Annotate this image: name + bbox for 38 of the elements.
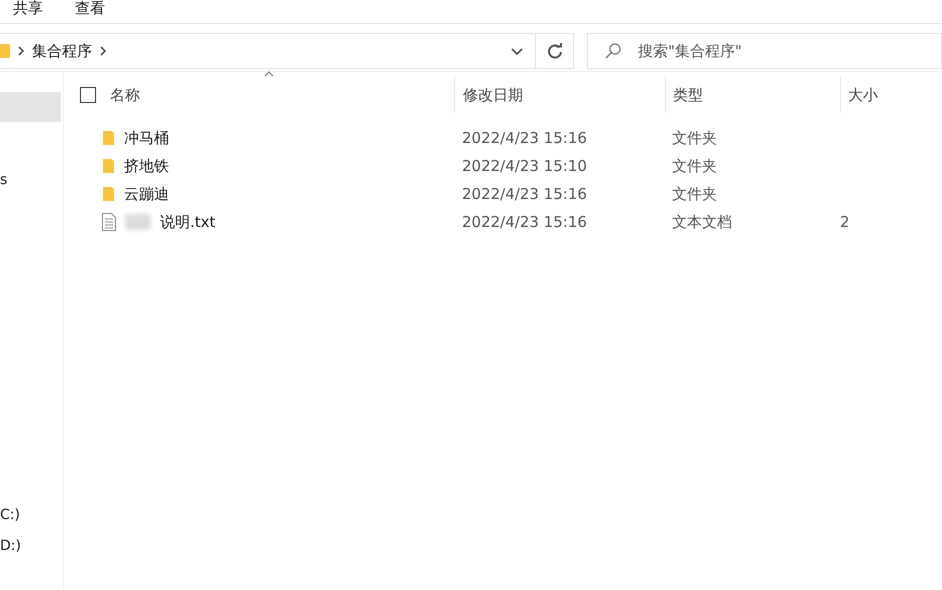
search-icon (605, 43, 621, 59)
modified-date: 2022/4/23 15:16 (462, 213, 587, 231)
chevron-right-icon (100, 46, 106, 56)
file-type: 文件夹 (672, 156, 717, 176)
chevron-right-icon (18, 46, 24, 56)
sidebar-item[interactable]: D:) (0, 531, 63, 561)
sidebar-item[interactable]: C:) (0, 500, 63, 530)
sort-up-icon (264, 71, 274, 77)
refresh-button[interactable] (536, 33, 574, 69)
folder-icon (0, 44, 10, 58)
file-name[interactable]: 说明.txt (160, 212, 216, 232)
folder-icon (102, 158, 115, 174)
file-name[interactable]: 挤地铁 (124, 156, 169, 176)
file-name[interactable]: 云蹦迪 (124, 184, 169, 204)
sidebar-item[interactable]: s (0, 165, 63, 195)
address-bar[interactable]: 集合程序 (0, 33, 536, 69)
breadcrumb[interactable]: 集合程序 (32, 42, 92, 60)
modified-date: 2022/4/23 15:10 (462, 157, 587, 175)
column-header[interactable]: 类型 (673, 86, 703, 104)
ribbon-tab[interactable]: 共享 (13, 0, 43, 17)
file-name[interactable]: 冲马桶 (124, 128, 169, 148)
modified-date: 2022/4/23 15:16 (462, 129, 587, 147)
ribbon-tab[interactable]: 查看 (75, 0, 105, 17)
text-file-icon (102, 213, 116, 231)
folder-icon (102, 186, 115, 202)
refresh-icon (546, 43, 562, 59)
file-type: 文本文档 (672, 212, 732, 232)
column-header[interactable]: 修改日期 (463, 86, 523, 104)
modified-date: 2022/4/23 15:16 (462, 185, 587, 203)
file-size: 2 (840, 213, 850, 231)
folder-icon (102, 130, 115, 146)
column-header[interactable]: 大小 (848, 86, 878, 104)
select-all-checkbox[interactable] (80, 87, 96, 103)
dropdown-icon[interactable] (511, 48, 523, 54)
file-type: 文件夹 (672, 184, 717, 204)
file-type: 文件夹 (672, 128, 717, 148)
column-header[interactable]: 名称 (110, 86, 140, 104)
search-field[interactable]: 搜索"集合程序" (587, 33, 942, 69)
